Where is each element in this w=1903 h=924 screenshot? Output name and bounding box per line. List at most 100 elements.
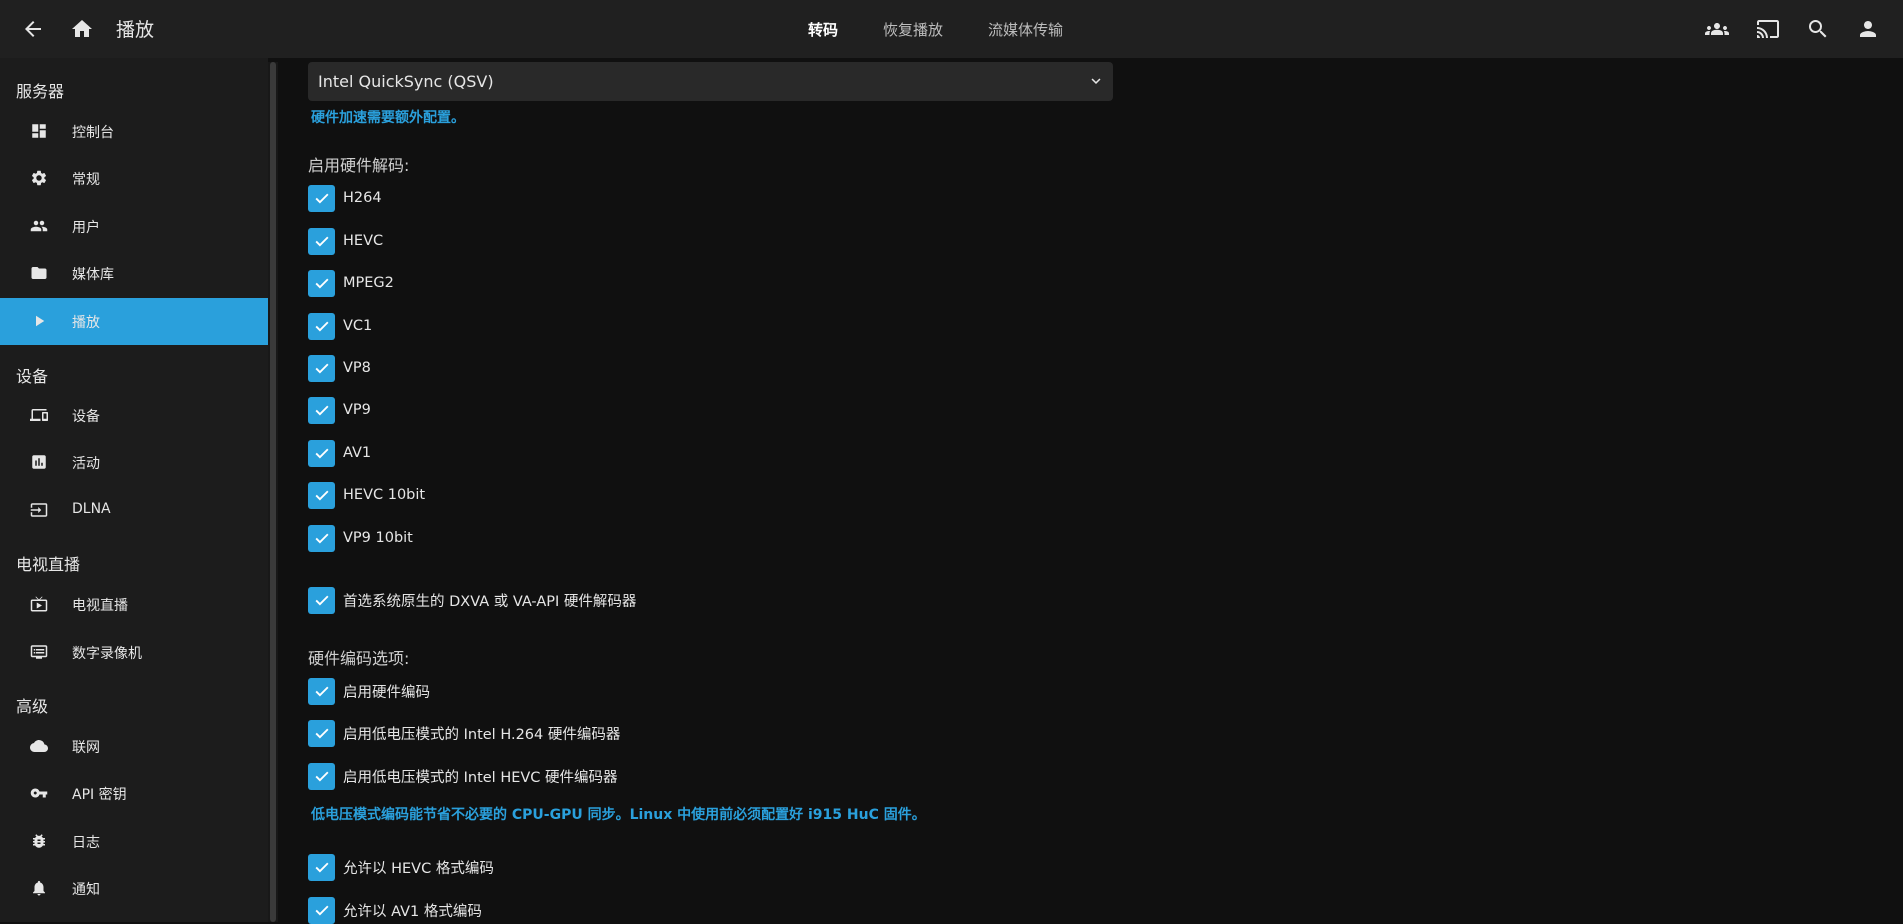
sidebar-item-dlna[interactable]: DLNA [0,487,268,534]
sidebar-item-label: 电视直播 [72,598,128,614]
tab-resume[interactable]: 恢复播放 [883,19,943,40]
sidebar-item-live-tv[interactable]: 电视直播 [0,581,268,628]
checkbox-checked[interactable] [308,586,335,614]
checkbox-label: VP9 [343,402,371,418]
dashboard-icon [29,121,49,141]
checkbox-vc1[interactable]: VC1 [308,312,372,340]
checkbox-vp9[interactable]: VP9 [308,396,371,424]
checkbox-checked[interactable] [308,354,335,382]
checkbox-label: AV1 [343,445,372,461]
sidebar-item-label: 常规 [72,172,100,188]
user-icon[interactable] [1853,14,1883,44]
checkbox-checked[interactable] [308,853,335,881]
checkbox-checked[interactable] [308,312,335,340]
sidebar-item-activity[interactable]: 活动 [0,439,268,486]
hw-accel-note: 硬件加速需要额外配置。 [311,110,465,126]
sidebar-section-advanced: 高级 [16,697,49,716]
checkbox-label: H264 [343,190,382,206]
hardware-acceleration-select[interactable]: Intel QuickSync (QSV) [308,62,1113,101]
checkbox-enable-hw-encoding[interactable]: 启用硬件编码 [308,677,430,705]
checkbox-label: MPEG2 [343,275,394,291]
checkbox-h264[interactable]: H264 [308,184,382,212]
sidebar-item-dvr[interactable]: 数字录像机 [0,629,268,676]
checkbox-low-power-h264[interactable]: 启用低电压模式的 Intel H.264 硬件编码器 [308,719,620,747]
sidebar-item-logs[interactable]: 日志 [0,818,268,865]
play-icon [29,311,49,331]
scrollbar-thumb[interactable] [270,62,276,922]
sidebar-item-label: 通知 [72,882,100,898]
sidebar-item-dashboard[interactable]: 控制台 [0,108,268,155]
tab-streaming[interactable]: 流媒体传输 [988,19,1063,40]
low-power-note: 低电压模式编码能节省不必要的 CPU-GPU 同步。Linux 中使用前必须配置… [311,807,926,823]
chevron-down-icon [1087,72,1105,90]
sidebar-item-devices[interactable]: 设备 [0,392,268,439]
checkbox-checked[interactable] [308,439,335,467]
sidebar-item-label: 用户 [72,220,100,236]
checkbox-low-power-hevc[interactable]: 启用低电压模式的 Intel HEVC 硬件编码器 [308,762,618,790]
decode-group-label: 启用硬件解码: [308,156,410,175]
sidebar-item-networking[interactable]: 联网 [0,723,268,770]
encode-group-label: 硬件编码选项: [308,649,410,668]
checkbox-checked[interactable] [308,896,335,924]
checkbox-checked[interactable] [308,524,335,552]
users-group-icon[interactable] [1702,14,1732,44]
checkbox-checked[interactable] [308,269,335,297]
checkbox-allow-av1-encoding[interactable]: 允许以 AV1 格式编码 [308,896,482,924]
checkbox-hevc[interactable]: HEVC [308,227,383,255]
home-icon[interactable] [67,14,97,44]
checkbox-mpeg2[interactable]: MPEG2 [308,269,394,297]
checkbox-label: 允许以 HEVC 格式编码 [343,860,494,877]
gear-icon [29,168,49,188]
checkbox-vp8[interactable]: VP8 [308,354,371,382]
sidebar-item-label: 联网 [72,740,100,756]
tab-transcoding[interactable]: 转码 [808,19,838,40]
dvr-icon [29,642,49,662]
page-title: 播放 [116,19,155,41]
checkbox-checked[interactable] [308,481,335,509]
checkbox-checked[interactable] [308,719,335,747]
cast-icon[interactable] [1753,14,1783,44]
checkbox-label: HEVC 10bit [343,487,426,503]
sidebar-item-users[interactable]: 用户 [0,203,268,250]
checkbox-label: 启用低电压模式的 Intel HEVC 硬件编码器 [343,769,618,786]
sidebar-item-label: DLNA [72,501,111,517]
checkbox-prefer-native-decoder[interactable]: 首选系统原生的 DXVA 或 VA-API 硬件解码器 [308,586,636,614]
checkbox-label: VP9 10bit [343,530,413,546]
sidebar-item-playback[interactable]: 播放 [0,298,268,345]
sidebar-section-live-tv: 电视直播 [16,555,81,574]
checkbox-allow-hevc-encoding[interactable]: 允许以 HEVC 格式编码 [308,853,494,881]
search-icon[interactable] [1803,14,1833,44]
checkbox-checked[interactable] [308,184,335,212]
app-header: 播放 转码 恢复播放 流媒体传输 [0,0,1903,58]
sidebar: 服务器 控制台 常规 用户 媒体库 播放 设备 设备 活动 DLNA 电视直播 … [0,58,268,922]
checkbox-label: 启用低电压模式的 Intel H.264 硬件编码器 [343,726,621,743]
sidebar-item-label: 数字录像机 [72,646,142,662]
checkbox-checked[interactable] [308,677,335,705]
checkbox-label: HEVC [343,233,384,249]
checkbox-label: VC1 [343,318,373,334]
bug-icon [29,831,49,851]
checkbox-label: 允许以 AV1 格式编码 [343,903,482,920]
checkbox-checked[interactable] [308,396,335,424]
checkbox-label: 启用硬件编码 [343,684,430,701]
checkbox-av1[interactable]: AV1 [308,439,371,467]
sidebar-item-libraries[interactable]: 媒体库 [0,250,268,297]
checkbox-vp9-10bit[interactable]: VP9 10bit [308,524,413,552]
sidebar-item-label: API 密钥 [72,787,127,803]
main-content: Intel QuickSync (QSV) 硬件加速需要额外配置。 启用硬件解码… [278,58,1903,924]
tab-bar: 转码 恢复播放 流媒体传输 [808,0,1108,58]
activity-chart-icon [29,452,49,472]
checkbox-hevc-10bit[interactable]: HEVC 10bit [308,481,425,509]
back-arrow-icon[interactable] [18,14,48,44]
sidebar-item-notifications[interactable]: 通知 [0,865,268,912]
sidebar-item-api-keys[interactable]: API 密钥 [0,770,268,817]
live-tv-icon [29,594,49,614]
checkbox-checked[interactable] [308,227,335,255]
sidebar-item-label: 日志 [72,835,100,851]
checkbox-checked[interactable] [308,762,335,790]
sidebar-section-server: 服务器 [16,82,65,101]
sidebar-scrollbar[interactable] [268,62,278,922]
sidebar-item-general[interactable]: 常规 [0,155,268,202]
sidebar-item-label: 控制台 [72,125,114,141]
sidebar-item-label: 活动 [72,456,100,472]
